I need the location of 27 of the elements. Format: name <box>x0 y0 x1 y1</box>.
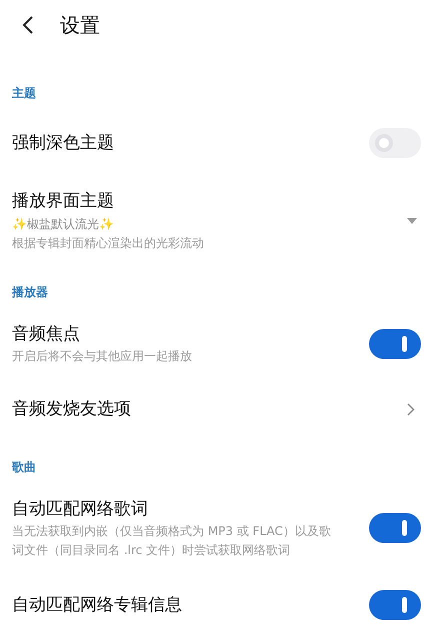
setting-description: 当无法获取到内嵌（仅当音频格式为 MP3 或 FLAC）以及歌词文件（同目录同名 .lrc 文件）时尝试获取网络歌词 <box>12 523 332 559</box>
chevron-right-icon <box>407 402 415 416</box>
dropdown-icon <box>407 218 417 224</box>
setting-label: 音频发烧友选项 <box>12 398 132 421</box>
settings-row[interactable]: 自动匹配网络专辑信息 <box>0 572 431 638</box>
setting-description: 开启后将不会与其他应用一起播放 <box>12 348 193 365</box>
toggle-switch[interactable] <box>369 128 421 158</box>
settings-row[interactable]: 播放界面主题 ✨椒盐默认流光✨ 根据专辑封面精心渲染出的光彩流动 <box>0 176 431 265</box>
toggle-switch[interactable] <box>369 590 421 620</box>
setting-label: 强制深色主题 <box>12 132 115 155</box>
setting-description: 根据专辑封面精心渲染出的光彩流动 <box>12 235 205 252</box>
section-header: 主题 <box>11 85 37 102</box>
setting-label: 音频焦点 <box>12 323 81 346</box>
section-header: 播放器 <box>10 284 49 301</box>
settings-row[interactable]: 音频发烧友选项 <box>0 378 431 440</box>
toggle-switch[interactable] <box>369 328 421 358</box>
settings-row[interactable]: 强制深色主题 <box>0 110 431 176</box>
setting-label: 自动匹配网络专辑信息 <box>12 594 183 617</box>
settings-row[interactable]: 音频焦点 开启后将不会与其他应用一起播放 <box>0 309 431 378</box>
back-icon[interactable] <box>22 15 34 35</box>
section-header: 歌曲 <box>10 459 37 476</box>
settings-row[interactable]: 自动匹配网络歌词 当无法获取到内嵌（仅当音频格式为 MP3 或 FLAC）以及歌词文件（同目录同名 .lrc 文件）时尝试获取网络歌词 <box>0 484 431 572</box>
setting-value: ✨椒盐默认流光✨ <box>12 216 115 233</box>
toggle-switch[interactable] <box>369 513 421 543</box>
setting-label: 播放界面主题 <box>12 190 115 213</box>
setting-label: 自动匹配网络歌词 <box>12 498 149 521</box>
page-title: 设置 <box>60 12 100 39</box>
